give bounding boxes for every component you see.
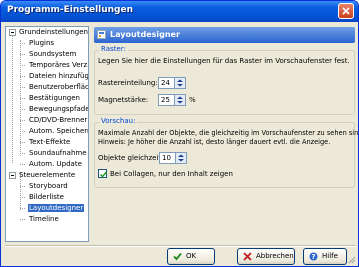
panel-header: Layoutdesigner	[94, 27, 355, 43]
rastereinteilung-label: Rastereinteilung:	[98, 79, 158, 87]
raster-description: Legen Sie hier die Einstellungen für das…	[98, 57, 350, 65]
raster-group: Raster: Legen Sie hier die Einstellungen…	[94, 45, 355, 115]
help-icon: ?	[309, 252, 318, 261]
vorschau-group-label: Vorschau:	[99, 117, 138, 125]
objekte-spin-button[interactable]	[175, 153, 186, 163]
tree-item-add-files[interactable]: Dateien hinzufügen	[20, 71, 88, 82]
svg-text:?: ?	[311, 253, 315, 261]
footer-divider	[5, 245, 356, 247]
window-title: Programm-Einstellungen	[7, 5, 134, 15]
cancel-label: Abbrechen	[256, 252, 294, 260]
magnetstaerke-label: Magnetstärke:	[98, 96, 149, 104]
settings-window: Programm-Einstellungen Grundeinstellunge…	[0, 0, 359, 267]
ok-button[interactable]: OK	[167, 248, 215, 265]
title-bar[interactable]: Programm-Einstellungen	[1, 1, 358, 22]
layout-icon	[97, 30, 106, 39]
tree-group-grundeinstellungen[interactable]: Grundeinstellungen	[8, 27, 88, 38]
vorschau-group: Vorschau: Maximale Anzahl der Objekte, d…	[94, 117, 358, 188]
tree-item-confirmations[interactable]: Bestätigungen	[20, 93, 81, 104]
spin-arrows-icon	[177, 96, 183, 104]
tree-item-plugins[interactable]: Plugins	[20, 38, 55, 49]
objekte-value[interactable]: 10	[162, 154, 171, 162]
objekte-spinner[interactable]: 10	[159, 152, 187, 164]
cancel-button[interactable]: Abbrechen	[237, 248, 295, 265]
rastereinteilung-spinner[interactable]: 24	[158, 77, 186, 89]
close-icon	[342, 7, 350, 15]
spin-arrows-icon	[178, 154, 184, 162]
tree-item-image-list[interactable]: Bilderliste	[20, 192, 65, 203]
tree-item-auto-update[interactable]: Autom. Update	[20, 159, 83, 170]
tree-item-cd-dvd-burner[interactable]: CD/DVD-Brenner	[20, 115, 88, 126]
magnetstaerke-unit: %	[189, 96, 196, 104]
vorschau-description-line2: Hinweis: Je höher die Anzahl ist, desto …	[98, 138, 331, 146]
raster-group-label: Raster:	[99, 45, 128, 53]
collapse-icon[interactable]	[9, 29, 16, 36]
magnetstaerke-spin-button[interactable]	[174, 95, 185, 105]
rastereinteilung-value[interactable]: 24	[161, 79, 170, 87]
help-label: Hilfe	[322, 252, 338, 260]
vorschau-description-line1: Maximale Anzahl der Objekte, die gleichz…	[98, 129, 359, 137]
spin-arrows-icon	[177, 79, 183, 87]
rastereinteilung-spin-button[interactable]	[174, 78, 185, 88]
panel-title: Layoutdesigner	[110, 30, 180, 39]
tree-item-storyboard[interactable]: Storyboard	[20, 181, 69, 192]
tree-item-autosave[interactable]: Autom. Speichern	[20, 126, 88, 137]
ok-label: OK	[186, 252, 197, 260]
tree-group-label: Grundeinstellungen	[19, 28, 88, 36]
tree-item-text-effects[interactable]: Text-Effekte	[20, 137, 71, 148]
tree-item-layoutdesigner[interactable]: Layoutdesigner	[20, 203, 85, 214]
tree-item-motion-paths[interactable]: Bewegungspfade	[20, 104, 88, 115]
tree-group-steuerelemente[interactable]: Steuerelemente	[8, 170, 76, 181]
close-button[interactable]	[338, 3, 354, 19]
magnetstaerke-spinner[interactable]: 25	[158, 94, 186, 106]
tree-item-soundsystem[interactable]: Soundsystem	[20, 49, 77, 60]
tree-group-label: Steuerelemente	[19, 171, 76, 179]
magnetstaerke-value[interactable]: 25	[161, 96, 170, 104]
cancel-x-icon	[243, 252, 252, 261]
collagen-label[interactable]: Bei Collagen, nur den Inhalt zeigen	[110, 170, 233, 178]
tree-item-timeline[interactable]: Timeline	[20, 214, 60, 225]
tree-item-sound-recording[interactable]: Soundaufnahme	[20, 148, 88, 159]
collapse-icon[interactable]	[9, 172, 16, 179]
settings-tree[interactable]: Grundeinstellungen Plugins Soundsystem T…	[5, 26, 89, 242]
tree-item-user-interface[interactable]: Benutzeroberfläche	[20, 82, 88, 93]
checkmark-icon	[99, 171, 108, 178]
resize-grip-icon[interactable]	[348, 256, 356, 264]
collagen-checkbox[interactable]	[98, 169, 108, 178]
help-button[interactable]: ? Hilfe	[303, 248, 347, 265]
checkmark-icon	[173, 252, 182, 261]
tree-item-temp-dir[interactable]: Temporäres Verz...	[20, 60, 88, 71]
